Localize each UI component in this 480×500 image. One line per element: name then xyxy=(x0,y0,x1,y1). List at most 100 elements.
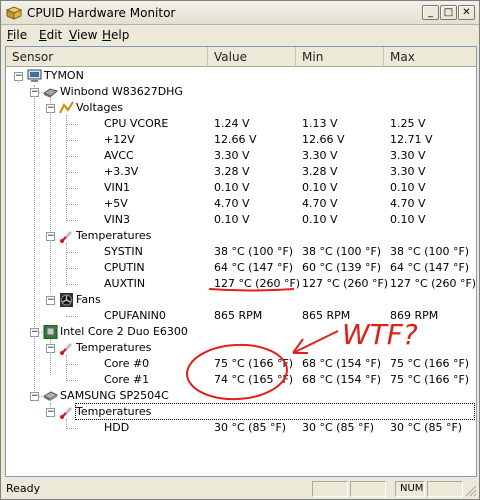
collapse-toggle[interactable]: − xyxy=(30,328,39,337)
sensor-min: 0.10 V xyxy=(302,181,338,194)
sensor-row[interactable]: HDD 30 °C (85 °F) 30 °C (85 °F) 30 °C (8… xyxy=(6,420,476,436)
tree-line xyxy=(66,124,78,125)
voltage-icon xyxy=(59,101,74,114)
thermometer-icon xyxy=(60,230,73,243)
sensor-value: 865 RPM xyxy=(214,309,263,322)
tree-line xyxy=(66,316,78,317)
sensor-value: 64 °C (147 °F) xyxy=(214,261,294,274)
tree-line xyxy=(66,252,78,253)
sensor-min: 127 °C (260 °F) xyxy=(302,277,389,290)
sensor-value: 0.10 V xyxy=(214,213,250,226)
menu-view-label: iew xyxy=(76,28,98,42)
sensor-row[interactable]: VIN3 0.10 V 0.10 V 0.10 V xyxy=(6,212,476,228)
cpu-name: Intel Core 2 Duo E6300 xyxy=(60,325,188,338)
sensor-value: 12.66 V xyxy=(214,133,257,146)
sensor-min: 1.13 V xyxy=(302,117,338,130)
sensor-min: 3.30 V xyxy=(302,149,338,162)
group-label: Temperatures xyxy=(76,229,152,242)
resize-grip-icon[interactable] xyxy=(465,485,477,497)
menu-view-accelerator: V xyxy=(69,28,77,42)
sensor-row[interactable]: CPUFANIN0 865 RPM 865 RPM 869 RPM xyxy=(6,308,476,324)
column-sensor[interactable]: Sensor xyxy=(6,47,208,67)
tree-line xyxy=(66,140,78,141)
sensor-row[interactable]: CPUTIN 64 °C (147 °F) 60 °C (139 °F) 64 … xyxy=(6,260,476,276)
column-min[interactable]: Min xyxy=(296,47,384,67)
sensor-value: 75 °C (166 °F) xyxy=(214,357,294,370)
computer-name: TYMON xyxy=(44,69,84,82)
close-button[interactable]: ✕ xyxy=(458,5,475,20)
maximize-button[interactable]: □ xyxy=(440,5,457,20)
menu-help-accelerator: H xyxy=(102,28,112,42)
collapse-toggle[interactable]: − xyxy=(46,232,55,241)
collapse-toggle[interactable]: − xyxy=(46,104,55,113)
sensor-max: 12.71 V xyxy=(390,133,433,146)
menu-edit[interactable]: Edit xyxy=(39,28,62,42)
tree-line xyxy=(66,172,78,173)
sensor-row[interactable]: VIN1 0.10 V 0.10 V 0.10 V xyxy=(6,180,476,196)
tree-node-fans[interactable]: − Fans xyxy=(6,292,476,308)
sensor-max: 30 °C (85 °F) xyxy=(390,421,463,434)
status-bar: Ready NUM xyxy=(1,479,479,499)
menu-help[interactable]: Help xyxy=(102,28,129,42)
collapse-toggle[interactable]: − xyxy=(46,296,55,305)
collapse-toggle[interactable]: − xyxy=(30,88,39,97)
collapse-toggle[interactable]: − xyxy=(46,344,55,353)
menu-edit-accelerator: E xyxy=(39,28,47,42)
collapse-toggle[interactable]: − xyxy=(30,392,39,401)
sensor-max: 38 °C (100 °F) xyxy=(390,245,470,258)
sensor-name: CPUTIN xyxy=(104,261,145,274)
window-title: CPUID Hardware Monitor xyxy=(27,6,176,20)
tree-node-temperatures[interactable]: − Temperatures xyxy=(6,340,476,356)
sensor-row[interactable]: AVCC 3.30 V 3.30 V 3.30 V xyxy=(6,148,476,164)
group-label: Fans xyxy=(76,293,101,306)
collapse-toggle[interactable]: − xyxy=(46,408,55,417)
column-value[interactable]: Value xyxy=(208,47,296,67)
sensor-min: 865 RPM xyxy=(302,309,351,322)
sensor-row[interactable]: Core #0 75 °C (166 °F) 68 °C (154 °F) 75… xyxy=(6,356,476,372)
app-window: CPUID Hardware Monitor _ □ ✕ File Edit V… xyxy=(0,0,480,500)
sensor-row[interactable]: AUXTIN 127 °C (260 °F) 127 °C (260 °F) 1… xyxy=(6,276,476,292)
tree-node-voltages[interactable]: − Voltages xyxy=(6,100,476,116)
tree-node-temperatures[interactable]: − Temperatures xyxy=(6,403,476,420)
sensor-tree-pane[interactable]: Sensor Value Min Max − TYMON − Winbond W… xyxy=(5,46,477,477)
sensor-max: 4.70 V xyxy=(390,197,426,210)
sensor-row[interactable]: CPU VCORE 1.24 V 1.13 V 1.25 V xyxy=(6,116,476,132)
menu-bar: File Edit View Help xyxy=(1,25,479,45)
sensor-max: 1.25 V xyxy=(390,117,426,130)
tree-node-computer[interactable]: − TYMON xyxy=(6,68,476,84)
tree-line xyxy=(66,204,78,205)
sensor-value: 127 °C (260 °F) xyxy=(214,277,301,290)
minimize-button[interactable]: _ xyxy=(422,5,439,20)
sensor-max: 3.30 V xyxy=(390,149,426,162)
fan-icon xyxy=(60,293,73,307)
sensor-value: 30 °C (85 °F) xyxy=(214,421,287,434)
menu-edit-label: dit xyxy=(46,28,63,42)
sensor-min: 60 °C (139 °F) xyxy=(302,261,382,274)
num-lock-indicator: NUM xyxy=(395,481,425,497)
tree-node-chip[interactable]: − Winbond W83627DHG xyxy=(6,84,476,100)
tree-node-cpu[interactable]: − Intel Core 2 Duo E6300 xyxy=(6,324,476,340)
sensor-name: VIN3 xyxy=(104,213,130,226)
sensor-max: 75 °C (166 °F) xyxy=(390,357,470,370)
sensor-row[interactable]: Core #1 74 °C (165 °F) 68 °C (154 °F) 75… xyxy=(6,372,476,388)
sensor-row[interactable]: +3.3V 3.28 V 3.28 V 3.30 V xyxy=(6,164,476,180)
computer-icon xyxy=(27,69,42,82)
sensor-max: 869 RPM xyxy=(390,309,439,322)
menu-file[interactable]: File xyxy=(7,28,27,42)
cpuid-app-icon xyxy=(6,6,22,20)
title-bar[interactable]: CPUID Hardware Monitor _ □ ✕ xyxy=(1,1,479,25)
column-max[interactable]: Max xyxy=(384,47,476,67)
sensor-row[interactable]: +5V 4.70 V 4.70 V 4.70 V xyxy=(6,196,476,212)
status-text: Ready xyxy=(6,482,41,495)
sensor-row[interactable]: +12V 12.66 V 12.66 V 12.71 V xyxy=(6,132,476,148)
sensor-min: 38 °C (100 °F) xyxy=(302,245,382,258)
tree-node-disk[interactable]: − SAMSUNG SP2504C xyxy=(6,388,476,404)
sensor-value: 38 °C (100 °F) xyxy=(214,245,294,258)
sensor-row[interactable]: SYSTIN 38 °C (100 °F) 38 °C (100 °F) 38 … xyxy=(6,244,476,260)
tree-node-temperatures[interactable]: − Temperatures xyxy=(6,228,476,244)
thermometer-icon xyxy=(60,406,73,419)
collapse-toggle[interactable]: − xyxy=(14,72,23,81)
sensor-name: AUXTIN xyxy=(104,277,146,290)
sensor-name: Core #0 xyxy=(104,357,150,370)
menu-view[interactable]: View xyxy=(69,28,97,42)
